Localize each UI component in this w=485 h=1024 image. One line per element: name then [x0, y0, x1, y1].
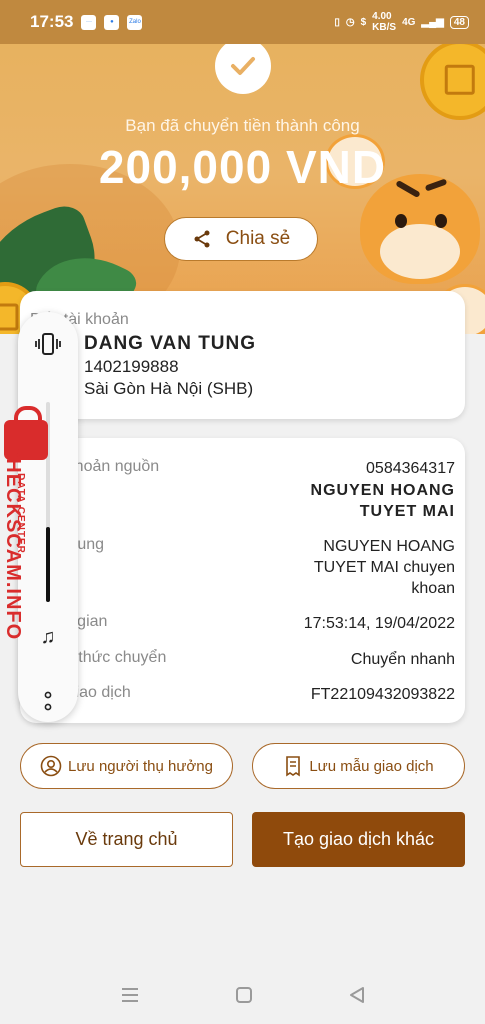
recipient-card: Đến tài khoản DANG VAN TUNG 1402199888 S…	[20, 291, 465, 419]
detail-value: FT22109432093822	[310, 686, 455, 703]
back-icon[interactable]	[348, 986, 366, 1004]
status-indicators: ▯ ◷ $ 4.00 KB/S 4G ▂▄▆ 48	[334, 11, 469, 33]
status-time: 17:53	[30, 12, 74, 31]
source-account-name: NGUYEN HOANG TUYET MAI	[310, 482, 455, 520]
receipt-icon	[286, 756, 301, 777]
chat-notification-icon: ●	[104, 14, 120, 30]
tiger-eye	[435, 214, 447, 228]
shield-icon: $	[360, 16, 367, 28]
save-beneficiary-button[interactable]: Lưu người thụ hưởng	[20, 743, 233, 789]
watermark-brand: CHECKSCAM.INFO	[2, 442, 25, 641]
network-type: 4G	[402, 16, 416, 28]
watermark: DATA CENTER CHECKSCAM.INFO	[0, 406, 60, 660]
save-template-button[interactable]: Lưu mẫu giao dịch	[252, 743, 465, 789]
save-template-label: Lưu mẫu giao dịch	[309, 757, 434, 775]
alarm-icon: ◷	[345, 16, 355, 28]
vibrate-icon: ▯	[334, 16, 340, 28]
system-nav-bar	[0, 965, 485, 1024]
signal-icon: ▂▄▆	[421, 16, 444, 28]
battery-indicator: 48	[449, 15, 469, 29]
tiger-face	[380, 224, 460, 279]
recipient-name: DANG VAN TUNG	[84, 333, 257, 354]
share-button[interactable]: Chia sẻ	[164, 217, 318, 261]
detail-value: Chuyển nhanh	[350, 651, 455, 668]
user-icon	[40, 755, 62, 777]
success-caption: Bạn đã chuyển tiền thành công	[125, 116, 360, 135]
save-beneficiary-label: Lưu người thụ hưởng	[68, 757, 213, 775]
vibrate-icon[interactable]	[28, 324, 68, 364]
transaction-details-card: Tài khoản nguồn 0584364317 NGUYEN HOANG …	[20, 438, 465, 723]
share-icon	[194, 230, 210, 248]
home-button[interactable]: Về trang chủ	[20, 812, 233, 867]
recipient-account: 1402199888	[84, 357, 179, 376]
detail-value: 17:53:14, 19/04/2022	[303, 615, 455, 632]
net-speed: 4.00 KB/S	[372, 11, 397, 33]
home-nav-icon[interactable]	[235, 986, 253, 1004]
transfer-amount: 200,000 VND	[98, 141, 387, 193]
success-check-icon	[215, 44, 271, 94]
new-transaction-button[interactable]: Tạo giao dịch khác	[252, 812, 465, 867]
menu-icon[interactable]	[120, 986, 140, 1004]
tiger-eye	[395, 214, 407, 228]
zalo-notification-icon: Zalo	[127, 14, 143, 30]
share-label: Chia sẻ	[225, 228, 291, 249]
detail-value: 0584364317	[366, 460, 455, 477]
recipient-bank: Sài Gòn Hà Nội (SHB)	[84, 379, 254, 398]
detail-value: NGUYEN HOANG TUYET MAI chuyen khoan	[313, 538, 455, 597]
app-notification-icon: ···	[81, 14, 97, 30]
more-options-icon[interactable]	[28, 682, 68, 722]
status-bar: 17:53 ··· ● Zalo ▯ ◷ $ 4.00 KB/S 4G ▂▄▆ 4…	[0, 0, 485, 44]
